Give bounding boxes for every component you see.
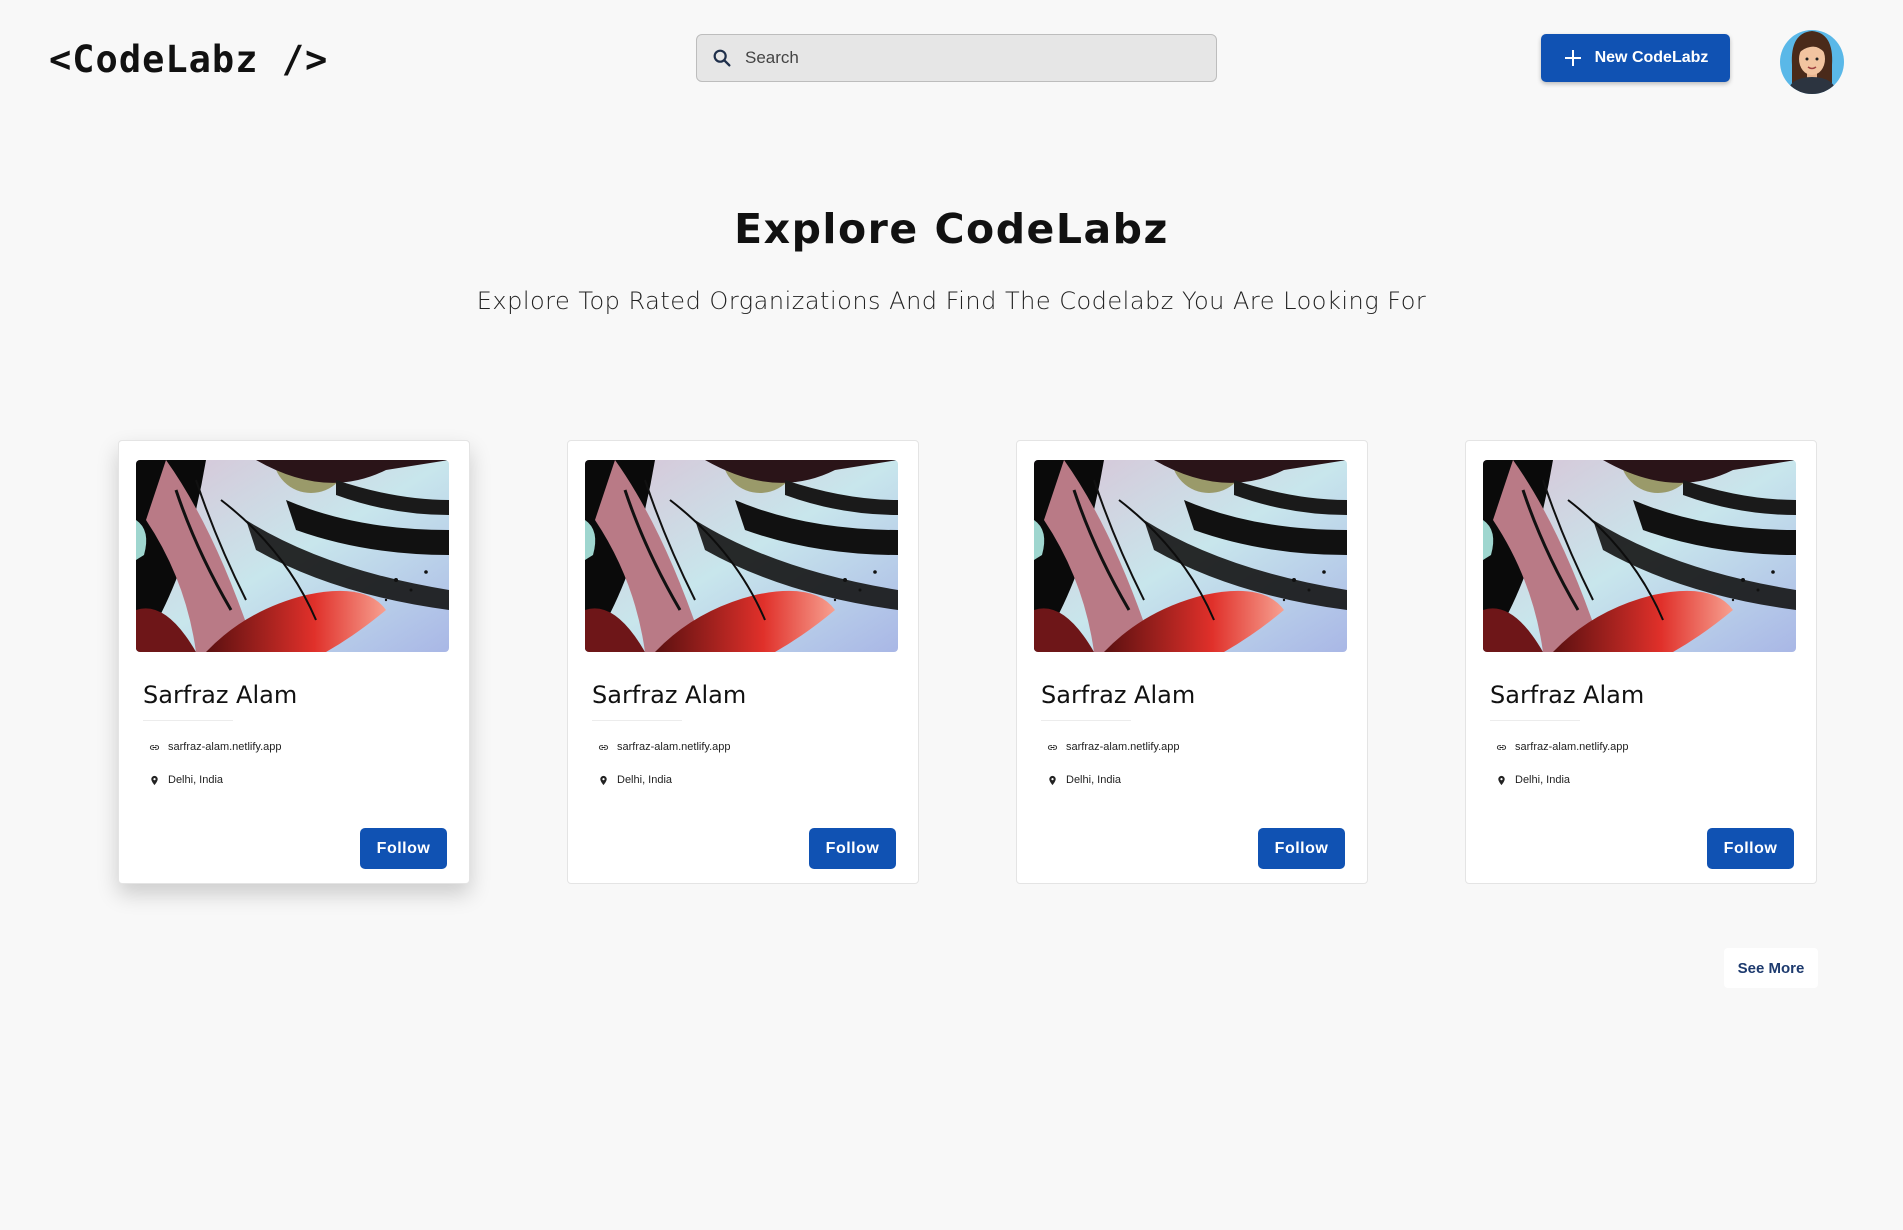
card-website[interactable]: sarfraz-alam.netlify.app — [149, 741, 282, 753]
search-input[interactable] — [745, 48, 1185, 68]
card-website-text: sarfraz-alam.netlify.app — [1515, 741, 1629, 753]
card-location: Delhi, India — [1496, 774, 1570, 786]
card-name: Sarfraz Alam — [592, 681, 747, 709]
top-bar: <CodeLabz /> New CodeLabz — [0, 0, 1903, 120]
organization-card[interactable]: Sarfraz Alam sarfraz-alam.netlify.app De… — [567, 440, 919, 884]
card-image — [136, 460, 449, 652]
user-avatar[interactable] — [1780, 25, 1844, 95]
search-icon — [713, 49, 731, 67]
card-website-text: sarfraz-alam.netlify.app — [617, 741, 731, 753]
card-name: Sarfraz Alam — [1041, 681, 1196, 709]
link-icon — [598, 744, 609, 750]
follow-button[interactable]: Follow — [1707, 828, 1794, 869]
organization-card[interactable]: Sarfraz Alam sarfraz-alam.netlify.app De… — [1016, 440, 1368, 884]
organization-card[interactable]: Sarfraz Alam sarfraz-alam.netlify.app De… — [1465, 440, 1817, 884]
card-location-text: Delhi, India — [1066, 774, 1122, 786]
follow-button[interactable]: Follow — [809, 828, 896, 869]
organization-cards: Sarfraz Alam sarfraz-alam.netlify.app De… — [118, 440, 1818, 884]
location-pin-icon — [1049, 775, 1056, 785]
follow-button[interactable]: Follow — [1258, 828, 1345, 869]
card-website-text: sarfraz-alam.netlify.app — [168, 741, 282, 753]
card-name: Sarfraz Alam — [1490, 681, 1645, 709]
organization-card[interactable]: Sarfraz Alam sarfraz-alam.netlify.app De… — [118, 440, 470, 884]
plus-icon — [1564, 50, 1581, 66]
app-logo[interactable]: <CodeLabz /> — [49, 38, 328, 81]
location-pin-icon — [1498, 775, 1505, 785]
page-title: Explore CodeLabz — [734, 205, 1169, 253]
divider — [1041, 720, 1131, 721]
location-pin-icon — [151, 775, 158, 785]
location-pin-icon — [600, 775, 607, 785]
card-location-text: Delhi, India — [1515, 774, 1571, 786]
card-name: Sarfraz Alam — [143, 681, 298, 709]
new-codelabz-label: New CodeLabz — [1594, 49, 1709, 66]
card-image — [1034, 460, 1347, 652]
search-bar[interactable] — [696, 34, 1217, 82]
card-website-text: sarfraz-alam.netlify.app — [1066, 741, 1180, 753]
link-icon — [149, 744, 160, 750]
card-location-text: Delhi, India — [617, 774, 673, 786]
card-location: Delhi, India — [149, 774, 223, 786]
page-subtitle: Explore Top Rated Organizations And Find… — [476, 287, 1427, 315]
card-image — [1483, 460, 1796, 652]
divider — [1490, 720, 1580, 721]
card-website[interactable]: sarfraz-alam.netlify.app — [1496, 741, 1629, 753]
card-website[interactable]: sarfraz-alam.netlify.app — [598, 741, 731, 753]
card-location: Delhi, India — [598, 774, 672, 786]
divider — [592, 720, 682, 721]
card-location: Delhi, India — [1047, 774, 1121, 786]
link-icon — [1496, 744, 1507, 750]
divider — [143, 720, 233, 721]
link-icon — [1047, 744, 1058, 750]
card-image — [585, 460, 898, 652]
card-website[interactable]: sarfraz-alam.netlify.app — [1047, 741, 1180, 753]
new-codelabz-button[interactable]: New CodeLabz — [1541, 34, 1730, 82]
follow-button[interactable]: Follow — [360, 828, 447, 869]
see-more-button[interactable]: See More — [1724, 948, 1818, 988]
card-location-text: Delhi, India — [168, 774, 224, 786]
